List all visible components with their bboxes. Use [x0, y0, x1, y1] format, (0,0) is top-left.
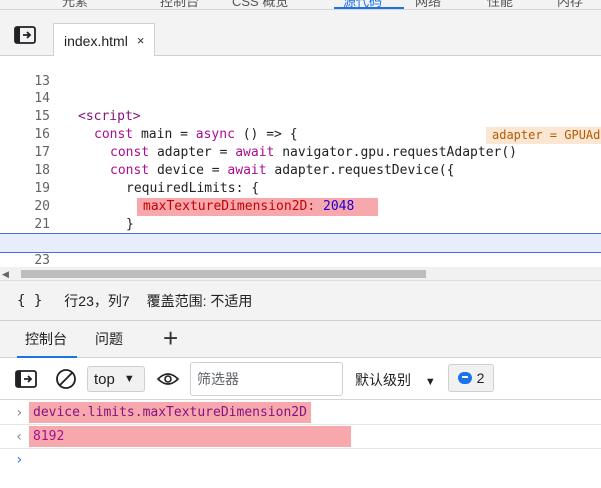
- code-line: 18 requiredLimits: {: [0, 144, 601, 196]
- inline-value-adapter: adapter = GPUAdapter: [486, 127, 601, 144]
- levels-label: 默认级别: [355, 372, 411, 388]
- code-line: 16 const adapter = await navigator.gpu.r…: [0, 108, 601, 160]
- issues-counter-button[interactable]: 2: [448, 364, 494, 392]
- current-execution-line: 23 debugger: [0, 233, 601, 267]
- editor-horizontal-scrollbar[interactable]: ◀: [0, 267, 601, 281]
- code-line: 13: [0, 56, 601, 89]
- add-drawer-tab-icon[interactable]: +: [163, 323, 178, 353]
- context-label: top: [94, 370, 115, 388]
- scroll-left-icon[interactable]: ◀: [2, 269, 9, 280]
- console-result-value[interactable]: 8192: [29, 426, 351, 447]
- tab-console[interactable]: 控制台: [160, 0, 199, 9]
- log-levels-dropdown[interactable]: 默认级别 ▼: [355, 370, 436, 390]
- tab-css-overview[interactable]: CSS 概览: [232, 0, 288, 9]
- console-command-text[interactable]: device.limits.maxTextureDimension2D: [29, 402, 311, 423]
- pretty-print-button[interactable]: { }: [17, 293, 42, 309]
- console-messages: › device.limits.maxTextureDimension2D ‹ …: [0, 400, 601, 488]
- code-line: 22: [0, 216, 601, 250]
- show-console-sidebar-icon[interactable]: [15, 370, 37, 391]
- result-chevron-icon: ‹: [15, 429, 24, 445]
- code-line: 21 }): [0, 198, 601, 250]
- file-tab-index-html[interactable]: index.html ×: [53, 23, 156, 57]
- issues-count: 2: [476, 370, 485, 386]
- tab-elements[interactable]: 元素: [62, 0, 88, 9]
- command-chevron-icon: ›: [15, 405, 24, 421]
- cursor-position: 行23，列7: [64, 292, 130, 309]
- clear-console-icon[interactable]: [55, 368, 77, 393]
- coverage-status: 覆盖范围: 不适用: [146, 292, 253, 309]
- drawer-tab-console[interactable]: 控制台: [17, 321, 77, 358]
- console-toolbar: top ▼ 默认级别 ▼ 2: [0, 358, 601, 400]
- devtools-main-tabs: 元素 控制台 CSS 概览 源代码 网络 性能 内存: [0, 0, 601, 10]
- scrollbar-thumb[interactable]: [21, 270, 426, 278]
- editor-status-bar: { } 行23，列7 覆盖范围: 不适用: [0, 281, 601, 321]
- console-filter-input[interactable]: [190, 362, 343, 396]
- drawer-tab-issues[interactable]: 问题: [95, 321, 123, 358]
- console-command-row: › device.limits.maxTextureDimension2D: [0, 401, 601, 425]
- drawer-tab-bar: 控制台 问题 +: [0, 321, 601, 358]
- tab-memory[interactable]: 内存: [557, 0, 583, 9]
- tab-performance[interactable]: 性能: [487, 0, 513, 9]
- live-expression-eye-icon[interactable]: [156, 371, 180, 390]
- code-line: 19 maxTextureDimension2D: 2048: [0, 162, 601, 216]
- caret-down-icon: ▼: [424, 376, 436, 388]
- code-line: 14 <script>: [0, 72, 601, 124]
- close-icon[interactable]: ×: [137, 33, 145, 48]
- console-result-row: ‹ 8192: [0, 425, 601, 449]
- execution-context-select[interactable]: top ▼: [87, 366, 145, 392]
- code-line: 24 }: [0, 252, 601, 267]
- code-line: 15 const main = async () => {: [0, 90, 601, 142]
- code-line: 17 const device = await adapter.requestD…: [0, 126, 601, 178]
- message-bubble-icon: [457, 372, 472, 384]
- caret-down-icon: ▼: [123, 373, 135, 385]
- code-line: 20 }: [0, 180, 601, 232]
- file-tab-label: index.html: [64, 32, 128, 49]
- toggle-navigator-icon[interactable]: [14, 26, 36, 44]
- editor-tab-bar: index.html ×: [0, 10, 601, 57]
- tab-network[interactable]: 网络: [415, 0, 441, 9]
- console-prompt-icon[interactable]: ›: [15, 452, 23, 468]
- code-editor[interactable]: 13 14 <script> 15 const main = async () …: [0, 56, 601, 267]
